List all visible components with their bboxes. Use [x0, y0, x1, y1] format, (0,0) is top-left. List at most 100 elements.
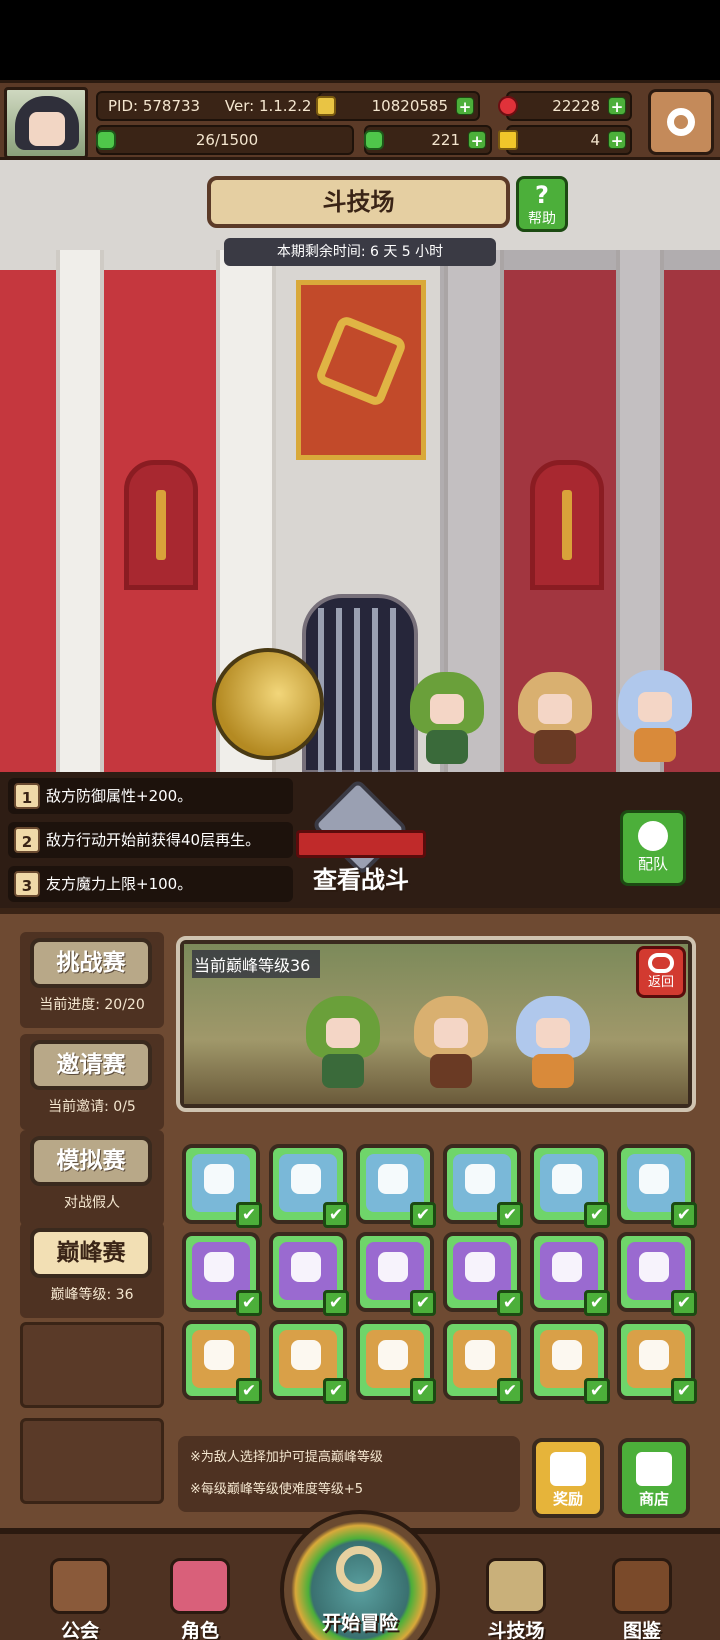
blessing-slot[interactable]: ✔ [182, 1144, 262, 1228]
empty-mode-slot [20, 1322, 164, 1408]
add-clover-button[interactable]: + [468, 131, 486, 150]
checkmark-icon: ✔ [236, 1290, 262, 1316]
page-title: 斗技场 [322, 188, 395, 216]
peak-rules-notes: ※为敌人选择加护可提高巅峰等级 ※每级巅峰等级使难度等级+5 [178, 1436, 520, 1512]
add-gold-button[interactable]: + [456, 97, 474, 116]
buff-entry: 3 友方魔力上限+100。 [8, 866, 293, 902]
peak-mode-button[interactable]: 巅峰赛 [30, 1228, 152, 1278]
settings-button[interactable] [648, 89, 714, 155]
add-gem-button[interactable]: + [608, 97, 626, 116]
add-puzzle-button[interactable]: + [608, 131, 626, 150]
player-avatar[interactable] [4, 87, 88, 159]
green-hair-heroine-sprite [300, 996, 386, 1090]
blessing-slot[interactable]: ✔ [530, 1144, 610, 1228]
return-label: 返回 [647, 975, 674, 990]
checkmark-icon: ✔ [323, 1202, 349, 1228]
checkmark-icon: ✔ [497, 1378, 523, 1404]
mode-peak: 巅峰赛 巅峰等级: 36 [20, 1222, 164, 1318]
help-button[interactable]: ? 帮助 [516, 176, 568, 232]
buff-text: 敌方防御属性+200。 [46, 787, 193, 805]
blessing-slot[interactable]: ✔ [356, 1232, 436, 1316]
buff-entry: 2 敌方行动开始前获得40层再生。 [8, 822, 293, 858]
blessing-slot[interactable]: ✔ [182, 1232, 262, 1316]
mode-invitational: 邀请赛 当前邀请: 0/5 [20, 1034, 164, 1130]
view-battle-button[interactable]: 查看战斗 [296, 778, 426, 900]
puzzle-piece-icon [498, 130, 518, 150]
blue-hair-mage-sprite [612, 670, 698, 764]
player-id: PID: 578733 [108, 97, 201, 115]
paw-icon [639, 1164, 669, 1194]
green-hair-heroine-sprite [404, 672, 490, 766]
gem-counter: 22228 + [498, 91, 632, 121]
blade-icon [552, 1164, 582, 1194]
checkmark-icon: ✔ [584, 1378, 610, 1404]
arena-title-plate: 斗技场 [207, 176, 510, 228]
blessing-slot[interactable]: ✔ [443, 1144, 523, 1228]
nav-arena-label: 斗技场 [487, 1620, 545, 1640]
blessing-slot[interactable]: ✔ [356, 1144, 436, 1228]
arena-banner [296, 280, 426, 460]
buff-text: 友方魔力上限+100。 [46, 875, 193, 893]
blessing-slot[interactable]: ✔ [443, 1320, 523, 1404]
blessing-slot[interactable]: ✔ [269, 1232, 349, 1316]
nav-arena[interactable]: 斗技场 [466, 1558, 566, 1640]
ring-icon [465, 1164, 495, 1194]
challenge-mode-button[interactable]: 挑战赛 [30, 938, 152, 988]
start-adventure-button[interactable]: 开始冒险 [270, 1510, 450, 1640]
note-line: ※为敌人选择加护可提高巅峰等级 [190, 1450, 383, 1465]
blessing-slot[interactable]: ✔ [182, 1320, 262, 1404]
checkmark-icon: ✔ [671, 1202, 697, 1228]
blessing-slot[interactable]: ✔ [443, 1232, 523, 1316]
clover-token-icon [364, 130, 384, 150]
return-button[interactable]: 返回 [636, 946, 686, 998]
simulation-mode-button[interactable]: 模拟赛 [30, 1136, 152, 1186]
nav-role-label: 角色 [180, 1620, 219, 1640]
guild-hall-icon [50, 1558, 110, 1614]
help-label: 帮助 [528, 211, 556, 227]
team-label: 配队 [637, 855, 668, 873]
reward-label: 奖励 [552, 1490, 583, 1508]
blessing-slot[interactable]: ✔ [617, 1144, 697, 1228]
reward-button[interactable]: 奖励 [532, 1438, 604, 1518]
shop-button[interactable]: 商店 [618, 1438, 690, 1518]
peak-level-label: 当前巅峰等级36 [192, 950, 321, 978]
blessing-slot[interactable]: ✔ [269, 1144, 349, 1228]
checkmark-icon: ✔ [410, 1378, 436, 1404]
checkmark-icon: ✔ [323, 1378, 349, 1404]
blessing-slot[interactable]: ✔ [269, 1320, 349, 1404]
puzzle-amount: 4 [590, 131, 600, 149]
ribbon-decoration [296, 830, 426, 858]
blessing-slot[interactable]: ✔ [617, 1232, 697, 1316]
buff-text: 敌方行动开始前获得40层再生。 [46, 831, 261, 849]
invitational-mode-button[interactable]: 邀请赛 [30, 1040, 152, 1090]
id-version-panel: PID: 578733 Ver: 1.1.2.2 [96, 91, 332, 121]
checkmark-icon: ✔ [584, 1290, 610, 1316]
team-setup-button[interactable]: 配队 [620, 810, 686, 886]
gem-amount: 22228 [552, 97, 600, 115]
sleep-icon [204, 1252, 234, 1282]
stamina-value: 26/1500 [195, 131, 259, 149]
nav-guild[interactable]: 公会 [30, 1558, 130, 1640]
blessing-slot[interactable]: ✔ [530, 1320, 610, 1404]
return-arrow-icon [648, 953, 674, 973]
armor-icon [465, 1340, 495, 1370]
sparkle-icon [378, 1164, 408, 1194]
treasure-chest-icon [550, 1452, 586, 1486]
nav-guild-label: 公会 [60, 1620, 99, 1640]
challenge-progress: 当前进度: 20/20 [39, 997, 145, 1013]
gold-coin-icon [316, 96, 336, 116]
nav-role[interactable]: 角色 [150, 1558, 250, 1640]
blessing-slot[interactable]: ✔ [617, 1320, 697, 1404]
puzzle-counter: 4 + [498, 125, 632, 155]
blessing-slot[interactable]: ✔ [356, 1320, 436, 1404]
checkmark-icon: ✔ [671, 1290, 697, 1316]
blue-hair-mage-sprite [510, 996, 596, 1090]
shield-gear-icon [291, 1164, 321, 1194]
peak-level-text: 巅峰等级: 36 [50, 1287, 134, 1303]
infinity-icon [639, 1340, 669, 1370]
peak-team-preview: 当前巅峰等级36 [176, 936, 696, 1112]
blessing-slot[interactable]: ✔ [530, 1232, 610, 1316]
nav-codex[interactable]: 图鉴 [592, 1558, 692, 1640]
game-version: Ver: 1.1.2.2 [224, 97, 312, 115]
golden-moon-opponent-emblem [212, 648, 324, 760]
